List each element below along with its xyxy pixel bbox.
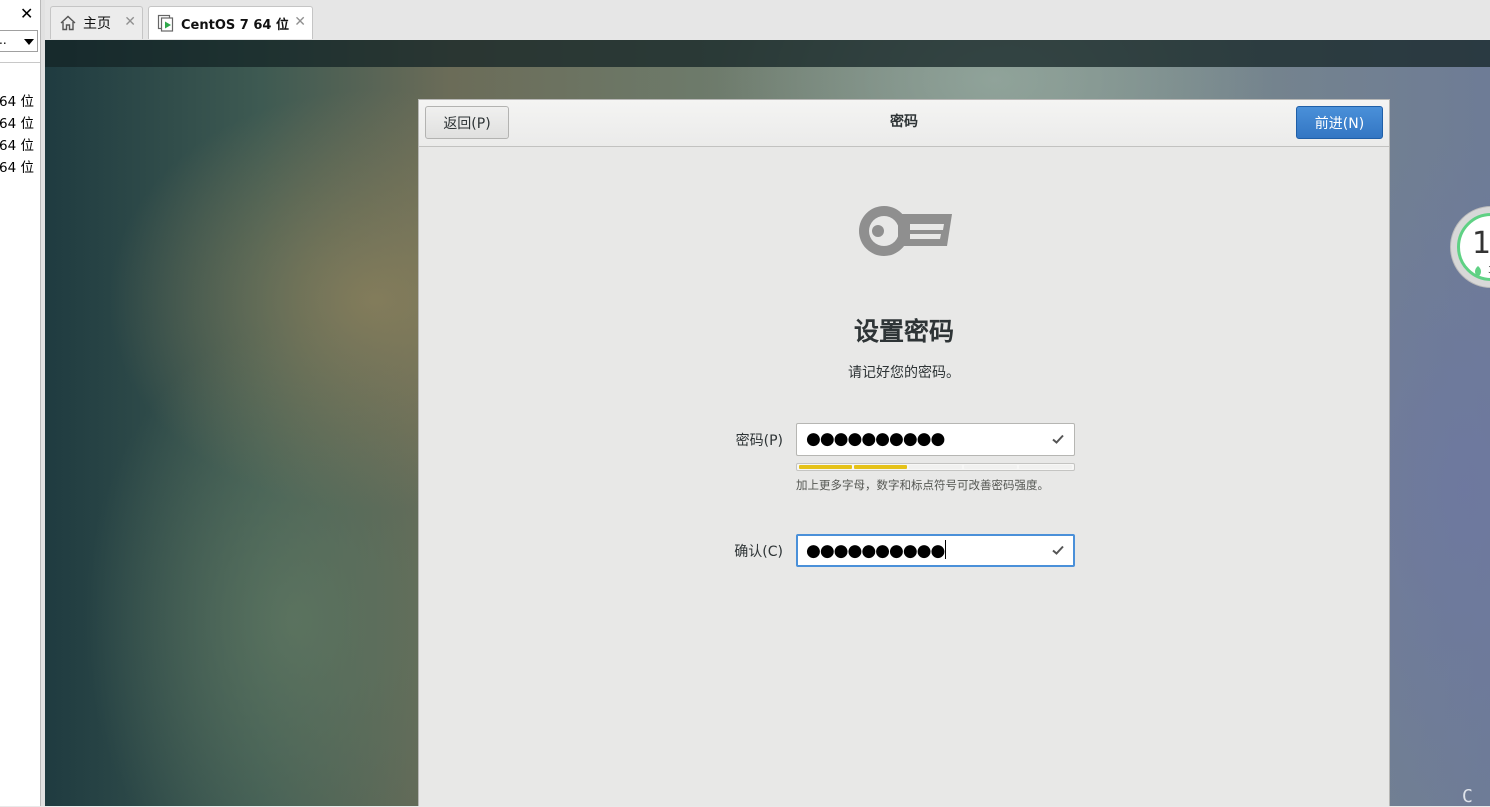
back-button[interactable]: 返回(P) — [425, 106, 509, 139]
tab-home[interactable]: 主页 ✕ — [50, 6, 143, 39]
page-subheading: 请记好您的密码。 — [848, 365, 960, 381]
chevron-down-icon — [24, 39, 34, 45]
key-icon — [859, 206, 952, 256]
library-panel: ✕ .. 64 位 64 位 64 位 64 位 — [0, 0, 41, 806]
tab-label: CentOS 7 64 位 — [181, 17, 289, 33]
next-button[interactable]: 前进(N) — [1296, 106, 1383, 139]
strength-segment — [964, 465, 1017, 469]
tab-label: 主页 — [83, 16, 111, 32]
library-item[interactable]: 64 位 — [0, 156, 34, 176]
strength-segment — [799, 465, 852, 469]
password-field[interactable]: ●●●●●●●●●● — [796, 423, 1075, 456]
gauge-value: 17 — [1472, 226, 1490, 261]
guest-top-bar — [45, 40, 1490, 67]
close-icon[interactable]: ✕ — [294, 14, 306, 30]
password-dialog: 密码 返回(P) 前进(N) 设置密码 请记好您的密码。 密码(P) ●●●●●… — [418, 99, 1390, 806]
leaf-icon — [1475, 266, 1481, 277]
confirm-label: 确认(C) — [734, 544, 783, 560]
corner-text: C — [1462, 786, 1473, 807]
close-icon[interactable]: ✕ — [20, 4, 33, 23]
strength-hint: 加上更多字母，数字和标点符号可改善密码强度。 — [796, 478, 1049, 492]
library-item[interactable]: 64 位 — [0, 90, 34, 110]
confirm-password-field[interactable]: ●●●●●●●●●● — [796, 534, 1075, 567]
divider — [0, 62, 40, 63]
tab-bar: 主页 ✕ CentOS 7 64 位 ✕ — [45, 0, 1490, 40]
strength-segment — [1019, 465, 1072, 469]
library-filter-dropdown[interactable]: .. — [0, 30, 38, 52]
confirm-value: ●●●●●●●●●● — [806, 541, 945, 561]
page-heading: 设置密码 — [853, 317, 954, 346]
strength-segment — [909, 465, 962, 469]
library-item[interactable]: 64 位 — [0, 112, 34, 132]
close-icon[interactable]: ✕ — [124, 14, 136, 30]
password-value: ●●●●●●●●●● — [806, 429, 945, 449]
vm-display[interactable]: 密码 返回(P) 前进(N) 设置密码 请记好您的密码。 密码(P) ●●●●●… — [45, 40, 1490, 806]
password-strength-bar — [796, 463, 1075, 471]
vm-running-icon — [157, 14, 174, 32]
library-filter-value: .. — [0, 33, 7, 47]
text-caret — [945, 540, 947, 559]
dialog-title: 密码 — [890, 114, 918, 130]
password-label: 密码(P) — [735, 433, 783, 449]
check-icon — [1052, 434, 1064, 444]
home-icon — [60, 15, 76, 31]
gauge-ring: 17 3 — [1457, 213, 1490, 281]
strength-segment — [854, 465, 907, 469]
tab-centos-vm[interactable]: CentOS 7 64 位 ✕ — [148, 6, 313, 39]
check-icon — [1052, 545, 1064, 555]
library-item[interactable]: 64 位 — [0, 134, 34, 154]
dialog-header: 密码 返回(P) 前进(N) — [419, 100, 1389, 147]
